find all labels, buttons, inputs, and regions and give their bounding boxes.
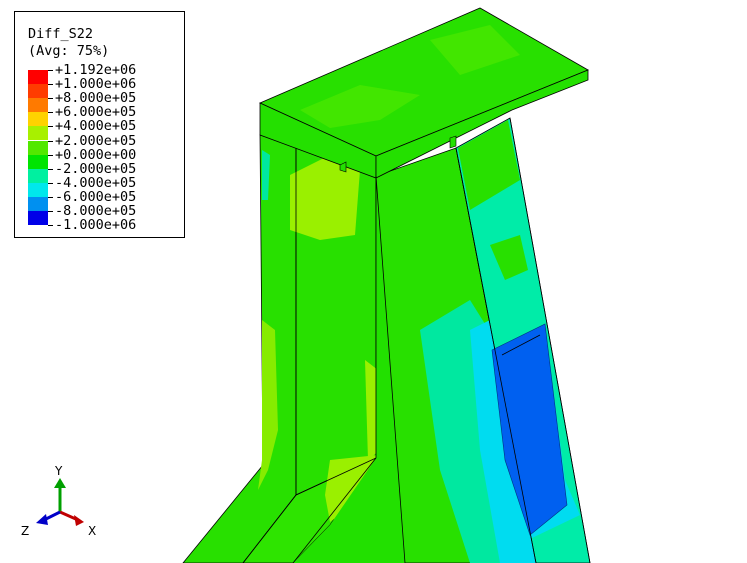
legend-swatch	[28, 196, 48, 211]
legend-value-label: -4.000e+05	[55, 174, 137, 191]
z-axis-head	[36, 514, 48, 525]
left-flange-outer-face	[182, 134, 297, 563]
top-slab-notch-right	[449, 135, 457, 149]
legend-tick	[48, 225, 53, 227]
legend-value-label: +8.000e+05	[55, 90, 137, 107]
legend-value-label: -6.000e+05	[55, 188, 137, 205]
legend-value-label: +1.192e+06	[55, 62, 137, 78]
x-axis-head	[74, 515, 84, 526]
legend-value-label: -8.000e+05	[55, 203, 137, 219]
y-axis-head	[54, 478, 66, 488]
legend-swatch	[28, 182, 48, 197]
legend-tick	[48, 70, 53, 71]
legend-value-label: +1.000e+06	[55, 76, 137, 93]
legend-tick	[48, 84, 53, 86]
legend-swatch	[28, 98, 48, 113]
coordinate-triad: Y X Z	[21, 464, 96, 538]
legend-tick	[48, 126, 53, 128]
legend-tick	[48, 168, 53, 170]
legend-tick	[48, 154, 53, 156]
legend-value-label: +6.000e+05	[55, 104, 137, 121]
legend-averaging: (Avg: 75%)	[28, 43, 110, 59]
legend-value-label: +0.000e+00	[55, 146, 137, 163]
legend-value-label: -2.000e+05	[55, 160, 137, 177]
contour-legend: Diff_S22 (Avg: 75%) +1.192e+06 +1.000e+06…	[14, 11, 185, 238]
legend-value-label: +4.000e+05	[55, 118, 137, 135]
legend-swatch	[28, 112, 48, 127]
legend-swatch	[28, 168, 48, 183]
legend-swatch	[28, 140, 48, 155]
legend-tick	[48, 98, 53, 100]
legend-tick	[48, 182, 53, 184]
legend-swatch	[28, 154, 48, 169]
legend-swatch	[28, 84, 48, 99]
z-axis-label: Z	[21, 524, 29, 538]
legend-tick	[48, 211, 53, 212]
y-axis-label: Y	[54, 464, 63, 478]
legend-swatch	[28, 211, 48, 226]
legend-value-label: +2.000e+05	[55, 132, 137, 149]
x-axis-label: X	[88, 524, 96, 538]
legend-variable-name: Diff_S22	[28, 26, 94, 42]
legend-swatch	[28, 70, 48, 84]
legend-value-label: -1.000e+06	[55, 217, 137, 234]
legend-tick	[48, 140, 53, 142]
legend-tick	[48, 112, 53, 114]
legend-swatch	[28, 126, 48, 141]
legend-tick	[48, 196, 53, 198]
